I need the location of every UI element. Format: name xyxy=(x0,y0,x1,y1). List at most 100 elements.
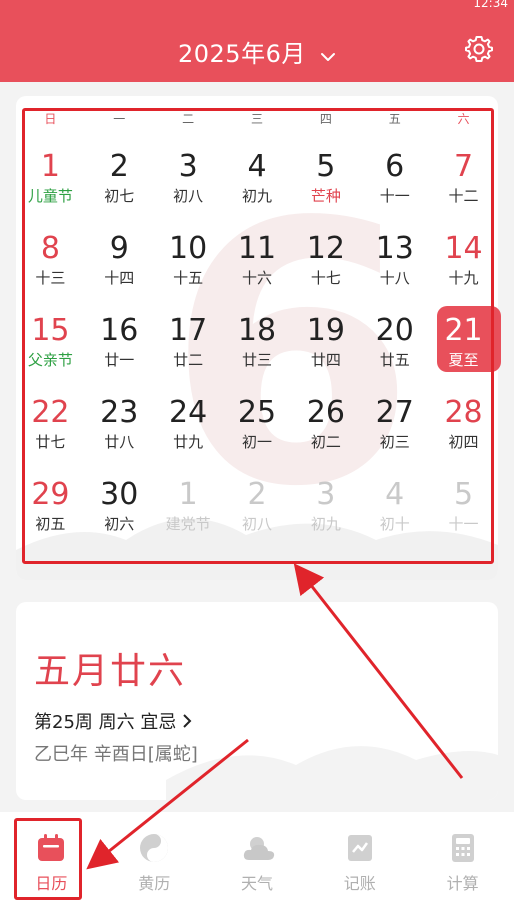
day-cell-selected[interactable]: 21 夏至 xyxy=(429,306,502,394)
day-lunar: 初七 xyxy=(104,187,135,205)
day-number: 29 xyxy=(31,477,70,512)
day-cell[interactable]: 1 儿童节 xyxy=(16,148,85,230)
day-lunar: 初九 xyxy=(310,515,341,533)
day-cell[interactable]: 24 廿九 xyxy=(154,394,223,476)
day-cell-next-month[interactable]: 4 初十 xyxy=(360,476,429,558)
day-lunar: 芒种 xyxy=(310,187,341,205)
day-cell[interactable]: 29 初五 xyxy=(16,476,85,558)
day-lunar: 夏至 xyxy=(448,351,479,369)
week-info-text: 第25周 周六 宜忌 xyxy=(34,712,177,733)
day-cell[interactable]: 10 十五 xyxy=(154,230,223,312)
day-number: 5 xyxy=(316,149,336,184)
day-number: 26 xyxy=(306,395,345,430)
day-cell[interactable]: 4 初九 xyxy=(223,148,292,230)
day-lunar: 廿七 xyxy=(35,433,66,451)
day-lunar: 初五 xyxy=(35,515,66,533)
weekday-mon: 一 xyxy=(113,112,126,126)
day-cell[interactable]: 15 父亲节 xyxy=(16,312,85,394)
day-number: 19 xyxy=(306,313,345,348)
day-number: 1 xyxy=(40,149,60,184)
day-lunar: 廿九 xyxy=(173,433,204,451)
chevron-down-icon xyxy=(320,41,336,69)
day-lunar: 廿二 xyxy=(173,351,204,369)
day-cell[interactable]: 25 初一 xyxy=(223,394,292,476)
weekday-header: 日 一 二 三 四 五 六 xyxy=(16,110,498,132)
day-cell[interactable]: 26 初二 xyxy=(291,394,360,476)
day-cell[interactable]: 28 初四 xyxy=(429,394,498,476)
day-cell[interactable]: 5 芒种 xyxy=(291,148,360,230)
day-cell-next-month[interactable]: 1 建党节 xyxy=(154,476,223,558)
day-number: 18 xyxy=(237,313,277,348)
app-header: 12:34 2025年6月 xyxy=(0,0,514,82)
weekday-sun: 日 xyxy=(44,112,57,126)
day-cell[interactable]: 16 廿一 xyxy=(85,312,154,394)
day-lunar: 十七 xyxy=(310,269,341,287)
day-lunar: 十四 xyxy=(104,269,135,287)
day-number: 6 xyxy=(385,149,405,184)
week-info-link[interactable]: 第25周 周六 宜忌 xyxy=(34,708,192,734)
gear-icon[interactable] xyxy=(464,34,494,64)
month-title-label: 2025年6月 xyxy=(178,40,306,68)
day-cell[interactable]: 6 十一 xyxy=(360,148,429,230)
tab-label: 记账 xyxy=(343,874,376,893)
day-lunar: 儿童节 xyxy=(27,187,73,205)
ledger-icon xyxy=(344,832,376,864)
day-number: 7 xyxy=(454,149,474,184)
day-number: 4 xyxy=(247,149,267,184)
tab-label: 计算 xyxy=(446,874,479,893)
day-number: 20 xyxy=(375,313,414,348)
day-number: 13 xyxy=(375,231,414,266)
day-cell[interactable]: 19 廿四 xyxy=(291,312,360,394)
day-number: 2 xyxy=(247,477,267,512)
month-selector[interactable]: 2025年6月 xyxy=(0,34,514,69)
day-number: 28 xyxy=(444,395,483,430)
day-cell[interactable]: 9 十四 xyxy=(85,230,154,312)
tab-ledger[interactable]: 记账 xyxy=(308,812,411,905)
day-lunar: 廿一 xyxy=(104,351,135,369)
day-number: 12 xyxy=(306,231,345,266)
day-cell-next-month[interactable]: 2 初八 xyxy=(223,476,292,558)
day-cell[interactable]: 12 十七 xyxy=(291,230,360,312)
day-cell[interactable]: 30 初六 xyxy=(85,476,154,558)
lunar-info-card[interactable]: 五月廿六 第25周 周六 宜忌 乙巳年 辛酉日[属蛇] xyxy=(16,602,498,800)
day-cell-next-month[interactable]: 3 初九 xyxy=(291,476,360,558)
day-cell[interactable]: 11 十六 xyxy=(223,230,292,312)
day-cell[interactable]: 14 十九 xyxy=(429,230,498,312)
day-cell[interactable]: 18 廿三 xyxy=(223,312,292,394)
day-lunar: 十二 xyxy=(448,187,479,205)
tab-label: 日历 xyxy=(35,874,68,893)
tab-almanac[interactable]: 黄历 xyxy=(103,812,206,905)
day-cell[interactable]: 27 初三 xyxy=(360,394,429,476)
tab-calendar[interactable]: 日历 xyxy=(0,812,103,905)
day-number: 15 xyxy=(31,313,70,348)
day-cell[interactable]: 8 十三 xyxy=(16,230,85,312)
day-lunar: 十一 xyxy=(379,187,410,205)
day-number: 25 xyxy=(237,395,277,430)
day-lunar: 十九 xyxy=(448,269,479,287)
calendar-grid: 1 儿童节 2 初七 3 初八 4 初九 5 芒种 6 十一 7 十二 8 十三 9 十四 10 十… xyxy=(16,148,502,558)
day-cell[interactable]: 7 十二 xyxy=(429,148,498,230)
day-cell[interactable]: 22 廿七 xyxy=(16,394,85,476)
weekday-tue: 二 xyxy=(182,112,195,126)
day-cell[interactable]: 3 初八 xyxy=(154,148,223,230)
day-cell[interactable]: 17 廿二 xyxy=(154,312,223,394)
weekday-wed: 三 xyxy=(250,112,263,126)
day-cell[interactable]: 20 廿五 xyxy=(360,312,429,394)
day-lunar: 廿八 xyxy=(104,433,135,451)
tab-weather[interactable]: 天气 xyxy=(206,812,309,905)
day-cell[interactable]: 13 十八 xyxy=(360,230,429,312)
day-number: 10 xyxy=(169,231,208,266)
day-cell[interactable]: 2 初七 xyxy=(85,148,154,230)
day-cell-next-month[interactable]: 5 十一 xyxy=(429,476,498,558)
tab-calculator[interactable]: 计算 xyxy=(411,812,514,905)
day-number: 3 xyxy=(316,477,336,512)
day-lunar: 建党节 xyxy=(165,515,211,533)
day-number: 2 xyxy=(109,149,129,184)
tab-label: 天气 xyxy=(240,874,273,893)
day-number: 9 xyxy=(109,231,129,266)
weekday-fri: 五 xyxy=(388,112,401,126)
day-lunar: 初六 xyxy=(104,515,135,533)
day-lunar: 十六 xyxy=(241,269,272,287)
day-lunar: 初八 xyxy=(173,187,204,205)
day-cell[interactable]: 23 廿八 xyxy=(85,394,154,476)
